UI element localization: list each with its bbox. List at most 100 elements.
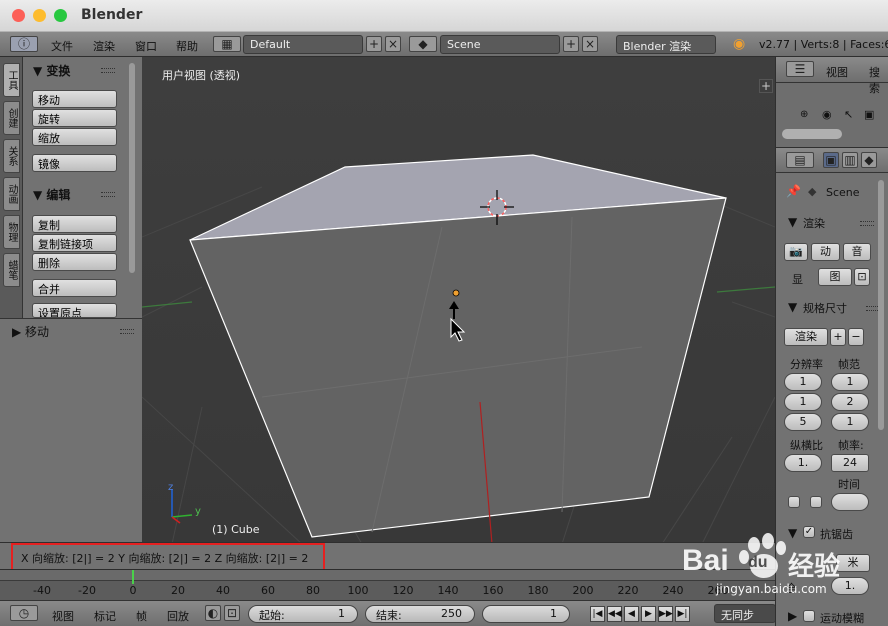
timeline-ruler[interactable]: -40 -20 0 20 40 60 80 100 120 140 160 18… xyxy=(0,569,775,600)
screen-layout-icon[interactable]: ▦ xyxy=(213,36,241,52)
3d-viewport[interactable]: z y + 用户视图 (透视) (1) Cube xyxy=(142,57,775,544)
aspect-x-field[interactable]: 1. xyxy=(784,454,822,472)
set-origin-button[interactable]: 设置原点 xyxy=(32,303,117,318)
scene-tab-icon[interactable]: ◆ xyxy=(861,152,877,168)
resolution-percent-field[interactable]: 5 xyxy=(784,413,822,431)
frame-start-field[interactable]: 1 xyxy=(831,373,869,391)
outliner-menu-view[interactable]: 视图 xyxy=(826,64,848,80)
lock-interface-icon[interactable]: ⊡ xyxy=(854,268,870,286)
render-camera-icon[interactable]: ▣ xyxy=(864,108,874,121)
render-audio-button[interactable]: 音 xyxy=(843,243,871,261)
panel-transform-header[interactable]: ▼ 变换 xyxy=(33,62,70,79)
preview-range-icon[interactable]: ◐ xyxy=(205,605,221,621)
operator-panel-header[interactable]: ▶ 移动 xyxy=(12,323,49,340)
tab-relations[interactable]: 关系 xyxy=(3,139,20,173)
scale-button[interactable]: 缩放 xyxy=(32,128,117,146)
crop-checkbox[interactable] xyxy=(810,496,822,508)
menu-view[interactable]: 视图 xyxy=(52,608,74,624)
jump-start-icon[interactable]: |◀ xyxy=(590,606,605,622)
tab-physics[interactable]: 物理 xyxy=(3,215,20,249)
tab-grease-pencil[interactable]: 蜡笔 xyxy=(3,253,20,287)
tool-shelf-scrollbar[interactable] xyxy=(129,63,135,273)
resolution-x-field[interactable]: 1 xyxy=(784,373,822,391)
panel-grip-icon[interactable] xyxy=(101,192,115,197)
timeline-editor-icon[interactable]: ◷ xyxy=(10,605,38,621)
render-engine-select[interactable]: Blender 渲染 xyxy=(616,35,716,54)
properties-editor-icon[interactable]: ▤ xyxy=(786,152,814,168)
panel-grip-icon[interactable] xyxy=(860,221,874,226)
remove-scene-icon[interactable]: × xyxy=(582,36,598,52)
outliner-editor-icon[interactable]: ☰ xyxy=(786,61,814,77)
resolution-y-field[interactable]: 1 xyxy=(784,393,822,411)
delete-button[interactable]: 删除 xyxy=(32,253,117,271)
menu-playback[interactable]: 回放 xyxy=(167,608,189,624)
add-scene-icon[interactable]: + xyxy=(563,36,579,52)
render-animation-button[interactable]: 动 xyxy=(811,243,840,261)
border-checkbox[interactable] xyxy=(788,496,800,508)
mirror-button[interactable]: 镜像 xyxy=(32,154,117,172)
outliner-scrollbar[interactable] xyxy=(782,129,842,139)
menu-help[interactable]: 帮助 xyxy=(176,38,198,54)
display-select[interactable]: 图 xyxy=(818,268,852,286)
jump-end-icon[interactable]: ▶| xyxy=(675,606,690,622)
properties-scrollbar[interactable] xyxy=(878,180,884,430)
current-frame-marker[interactable] xyxy=(132,570,134,584)
panel-grip-icon[interactable] xyxy=(101,68,115,73)
layers-tab-icon[interactable]: ▥ xyxy=(842,152,858,168)
play-reverse-icon[interactable]: ◀ xyxy=(624,606,639,622)
menu-marker[interactable]: 标记 xyxy=(94,608,116,624)
add-layout-icon[interactable]: + xyxy=(366,36,382,52)
zoom-window-button[interactable] xyxy=(54,9,67,22)
render-section-header[interactable]: 渲染 xyxy=(803,215,825,231)
tab-create[interactable]: 创建 xyxy=(3,101,20,135)
jump-keyframe-forward-icon[interactable]: ▶▶ xyxy=(658,606,673,622)
remove-layout-icon[interactable]: × xyxy=(385,36,401,52)
minimize-window-button[interactable] xyxy=(33,9,46,22)
play-icon[interactable]: ▶ xyxy=(641,606,656,622)
outliner-menu-search[interactable]: 搜索 xyxy=(869,64,888,96)
expand-icon[interactable]: ⊕ xyxy=(800,109,808,120)
jump-keyframe-back-icon[interactable]: ◀◀ xyxy=(607,606,622,622)
menu-file[interactable]: 文件 xyxy=(51,38,73,54)
panel-grip-icon[interactable] xyxy=(120,329,134,334)
render-preset-select[interactable]: 渲染 xyxy=(784,328,828,346)
editor-type-info-icon[interactable]: ⓘ xyxy=(10,36,38,52)
scene-icon[interactable]: ◆ xyxy=(409,36,437,52)
scene-field[interactable]: Scene xyxy=(440,35,560,54)
sync-mode-select[interactable]: 无同步 xyxy=(714,604,776,623)
join-button[interactable]: 合并 xyxy=(32,279,117,297)
panel-edit-header[interactable]: ▼ 编辑 xyxy=(33,186,70,203)
add-preset-icon[interactable]: + xyxy=(830,328,846,346)
menu-frame[interactable]: 帧 xyxy=(136,608,147,624)
frame-end-field[interactable]: 2 xyxy=(831,393,869,411)
render-tab-icon[interactable]: ▣ xyxy=(823,152,839,168)
render-image-icon[interactable]: 📷 xyxy=(784,243,808,261)
layout-field[interactable]: Default xyxy=(243,35,363,54)
rotate-button[interactable]: 旋转 xyxy=(32,109,117,127)
menu-window[interactable]: 窗口 xyxy=(135,38,157,54)
motion-blur-arrow[interactable]: ▶ xyxy=(788,609,797,623)
duplicate-button[interactable]: 复制 xyxy=(32,215,117,233)
current-frame-field[interactable]: 1 xyxy=(482,605,570,623)
visibility-eye-icon[interactable]: ◉ xyxy=(822,108,832,121)
motion-blur-checkbox[interactable] xyxy=(803,610,815,622)
fps-select[interactable]: 24 xyxy=(831,454,869,472)
menu-render[interactable]: 渲染 xyxy=(93,38,115,54)
lock-icon[interactable]: ⊡ xyxy=(224,605,240,621)
tab-animation[interactable]: 动画 xyxy=(3,177,20,211)
time-remap-field[interactable] xyxy=(831,493,869,511)
dimensions-section-header[interactable]: 规格尺寸 xyxy=(803,300,847,316)
pin-icon[interactable]: 📌 xyxy=(786,184,801,198)
remove-preset-icon[interactable]: − xyxy=(848,328,864,346)
frame-step-field[interactable]: 1 xyxy=(831,413,869,431)
motion-blur-label[interactable]: 运动模糊 xyxy=(820,610,864,626)
move-button[interactable]: 移动 xyxy=(32,90,117,108)
end-frame-field[interactable]: 结束: 250 xyxy=(365,605,475,623)
select-arrow-icon[interactable]: ↖ xyxy=(844,108,853,121)
viewport-corner-plus[interactable]: + xyxy=(759,79,773,93)
render-section-arrow[interactable]: ▼ xyxy=(788,215,797,229)
close-window-button[interactable] xyxy=(12,9,25,22)
duplicate-linked-button[interactable]: 复制链接项 xyxy=(32,234,117,252)
tab-tools[interactable]: 工具 xyxy=(3,63,20,97)
start-frame-field[interactable]: 起始: 1 xyxy=(248,605,358,623)
